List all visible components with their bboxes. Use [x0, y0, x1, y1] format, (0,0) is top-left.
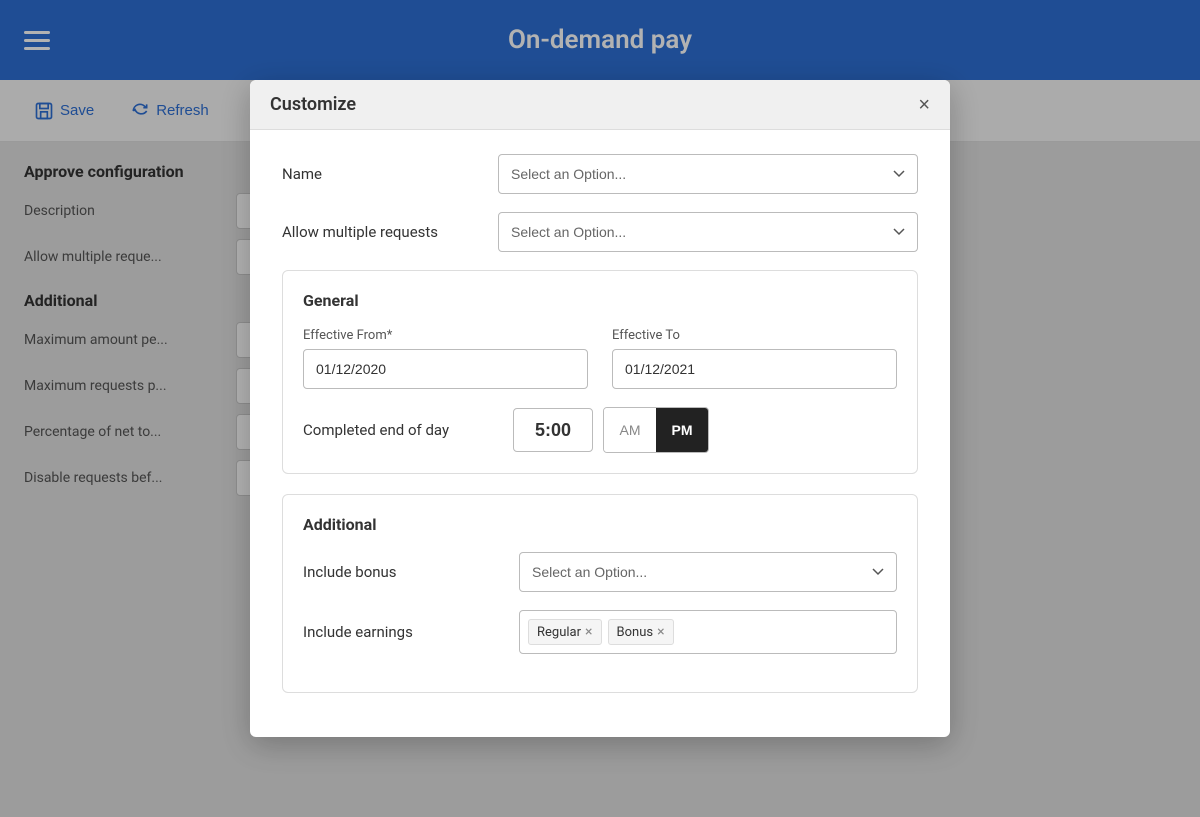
allow-multiple-requests-select[interactable]: Select an Option...	[498, 212, 918, 252]
completed-end-of-day-label: Completed end of day	[303, 421, 503, 439]
tag-regular: Regular ×	[528, 619, 602, 645]
allow-multiple-requests-label: Allow multiple requests	[282, 223, 482, 241]
allow-multiple-requests-row: Allow multiple requests Select an Option…	[282, 212, 918, 252]
include-bonus-select[interactable]: Select an Option...	[519, 552, 897, 592]
tag-bonus: Bonus ×	[608, 619, 674, 645]
tag-regular-remove[interactable]: ×	[585, 625, 592, 639]
effective-to-input[interactable]	[612, 349, 897, 389]
modal-close-button[interactable]: ×	[918, 95, 930, 115]
time-input[interactable]	[513, 408, 593, 452]
modal-overlay: Customize × Name Select an Option... All…	[0, 0, 1200, 817]
tag-bonus-label: Bonus	[617, 625, 654, 640]
additional-section-title: Additional	[303, 515, 897, 534]
general-section-card: General Effective From* Effective To Com…	[282, 270, 918, 474]
name-row: Name Select an Option...	[282, 154, 918, 194]
name-select[interactable]: Select an Option...	[498, 154, 918, 194]
include-bonus-row: Include bonus Select an Option...	[303, 552, 897, 592]
tag-regular-label: Regular	[537, 625, 581, 640]
tag-bonus-remove[interactable]: ×	[657, 625, 664, 639]
include-bonus-label: Include bonus	[303, 563, 503, 581]
additional-section-card: Additional Include bonus Select an Optio…	[282, 494, 918, 693]
date-row: Effective From* Effective To	[303, 328, 897, 389]
effective-to-field: Effective To	[612, 328, 897, 389]
name-label: Name	[282, 165, 482, 183]
general-section-title: General	[303, 291, 897, 310]
effective-from-input[interactable]	[303, 349, 588, 389]
am-pm-toggle: AM PM	[603, 407, 709, 453]
effective-to-label: Effective To	[612, 328, 897, 343]
modal-body: Name Select an Option... Allow multiple …	[250, 130, 950, 737]
effective-from-label: Effective From*	[303, 328, 588, 343]
customize-modal: Customize × Name Select an Option... All…	[250, 80, 950, 737]
completed-end-of-day-row: Completed end of day AM PM	[303, 407, 897, 453]
include-earnings-tags: Regular × Bonus ×	[519, 610, 897, 654]
modal-title: Customize	[270, 94, 356, 115]
include-earnings-label: Include earnings	[303, 623, 503, 641]
effective-from-field: Effective From*	[303, 328, 588, 389]
pm-button[interactable]: PM	[656, 408, 708, 452]
am-button[interactable]: AM	[604, 408, 656, 452]
modal-header: Customize ×	[250, 80, 950, 130]
include-earnings-row: Include earnings Regular × Bonus ×	[303, 610, 897, 654]
